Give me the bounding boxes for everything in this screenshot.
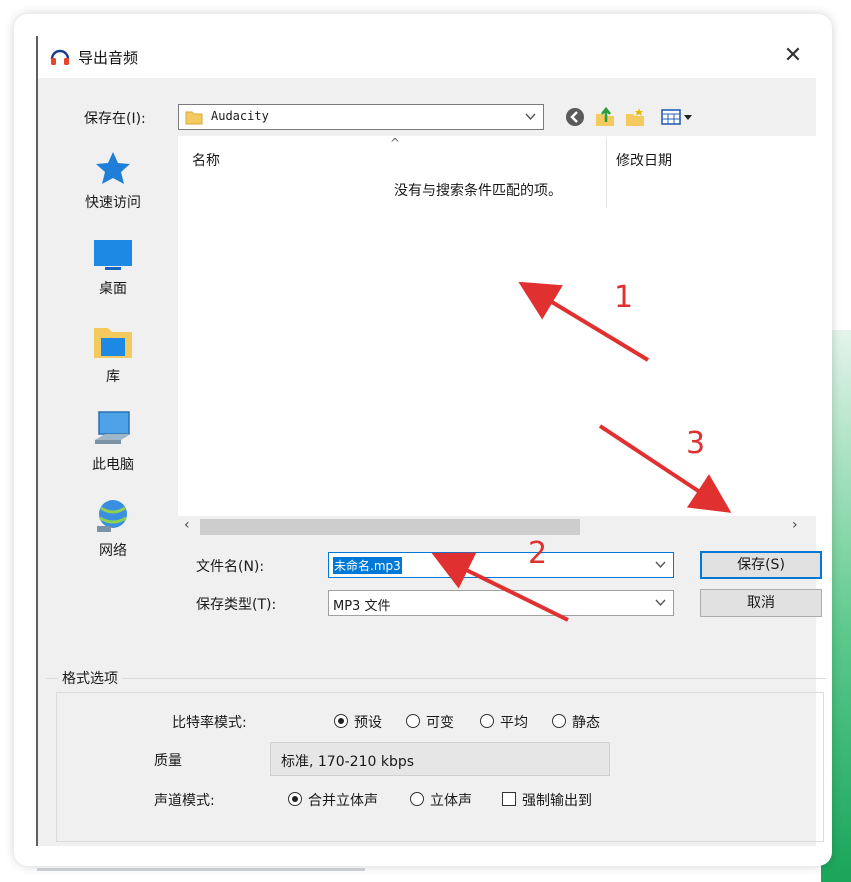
desktop-icon	[94, 240, 132, 270]
force-mono-label: 强制输出到	[522, 793, 592, 809]
up-folder-icon[interactable]	[594, 106, 616, 128]
bottom-progress-line	[37, 868, 365, 871]
bitrate-preset-label: 预设	[354, 715, 382, 731]
place-desktop[interactable]: 桌面	[50, 238, 176, 318]
bitrate-constant-label: 静态	[572, 715, 600, 731]
channel-stereo-radio[interactable]	[410, 792, 424, 806]
place-label: 快速访问	[85, 195, 141, 211]
filename-label: 文件名(N):	[196, 559, 265, 575]
library-icon	[94, 328, 132, 358]
bitrate-average-label: 平均	[500, 715, 528, 731]
computer-icon	[95, 411, 131, 444]
filetype-label: 保存类型(T):	[196, 597, 277, 613]
chevron-down-icon[interactable]	[655, 561, 666, 569]
force-mono-checkbox[interactable]	[502, 792, 516, 806]
save-button[interactable]: 保存(S)	[700, 551, 822, 579]
quality-dropdown[interactable]: 标准, 170-210 kbps	[270, 742, 610, 776]
place-quick-access[interactable]: 快速访问	[50, 150, 176, 230]
scroll-left-icon[interactable]: ‹	[184, 517, 190, 533]
channel-stereo-label: 立体声	[430, 793, 472, 809]
annotation-number-2: 2	[528, 536, 548, 571]
places-bar: 快速访问 桌面 库 此电脑 网络	[50, 138, 176, 559]
save-in-dropdown[interactable]: Audacity	[178, 104, 544, 130]
back-icon[interactable]	[564, 106, 586, 128]
bitrate-mode-label: 比特率模式:	[172, 715, 247, 731]
channel-mode-label: 声道模式:	[154, 793, 215, 809]
bitrate-constant-radio[interactable]	[552, 714, 566, 728]
dialog-title: 导出音频	[78, 49, 139, 67]
filetype-value: MP3 文件	[333, 599, 391, 614]
star-icon	[96, 152, 130, 184]
column-divider[interactable]	[606, 138, 607, 208]
place-this-pc[interactable]: 此电脑	[50, 410, 176, 490]
chevron-down-icon	[655, 599, 666, 607]
bitrate-average-radio[interactable]	[480, 714, 494, 728]
scroll-right-icon[interactable]: ›	[792, 517, 798, 533]
title-bar: 导出音频 ✕	[38, 36, 816, 78]
network-icon	[97, 500, 127, 532]
place-network[interactable]: 网络	[50, 496, 176, 576]
screenshot-card: 导出音频 ✕ 保存在(I): Audacity 快速访问 桌面 库 此电脑 网络…	[14, 14, 832, 866]
quality-value: 标准, 170-210 kbps	[281, 754, 415, 770]
column-header-name[interactable]: 名称	[192, 150, 220, 170]
new-folder-icon[interactable]	[624, 106, 646, 128]
filetype-dropdown[interactable]: MP3 文件	[328, 590, 674, 616]
empty-list-message: 没有与搜索条件匹配的项。	[394, 183, 562, 199]
view-menu-icon[interactable]	[660, 106, 696, 128]
file-list[interactable]: ^ 名称 修改日期 没有与搜索条件匹配的项。	[178, 136, 816, 538]
annotation-number-3: 3	[686, 426, 706, 461]
bitrate-variable-label: 可变	[426, 715, 454, 731]
bitrate-preset-radio[interactable]	[334, 714, 348, 728]
sort-ascending-icon: ^	[390, 136, 401, 150]
group-divider	[46, 678, 826, 679]
place-label: 库	[106, 369, 120, 385]
scrollbar-thumb[interactable]	[200, 519, 580, 535]
horizontal-scrollbar[interactable]: ‹ ›	[178, 516, 816, 538]
format-options-title: 格式选项	[58, 668, 122, 688]
place-label: 此电脑	[92, 457, 134, 473]
channel-joint-stereo-radio[interactable]	[288, 792, 302, 806]
folder-icon	[185, 111, 203, 125]
filename-value: 未命名.mp3	[333, 557, 402, 574]
filename-input[interactable]: 未命名.mp3	[328, 552, 674, 578]
bitrate-variable-radio[interactable]	[406, 714, 420, 728]
place-label: 网络	[99, 543, 127, 559]
place-library[interactable]: 库	[50, 324, 176, 404]
save-in-value: Audacity	[211, 109, 269, 123]
close-button[interactable]: ✕	[778, 42, 808, 70]
channel-joint-stereo-label: 合并立体声	[308, 793, 378, 809]
save-in-label: 保存在(I):	[84, 111, 146, 127]
close-icon: ✕	[783, 43, 803, 68]
chevron-down-icon	[525, 113, 536, 121]
headphones-icon	[50, 49, 70, 65]
annotation-number-1: 1	[614, 280, 634, 315]
cancel-button[interactable]: 取消	[700, 589, 822, 617]
quality-label: 质量	[154, 753, 182, 769]
column-header-date[interactable]: 修改日期	[616, 150, 672, 170]
place-label: 桌面	[99, 281, 127, 297]
